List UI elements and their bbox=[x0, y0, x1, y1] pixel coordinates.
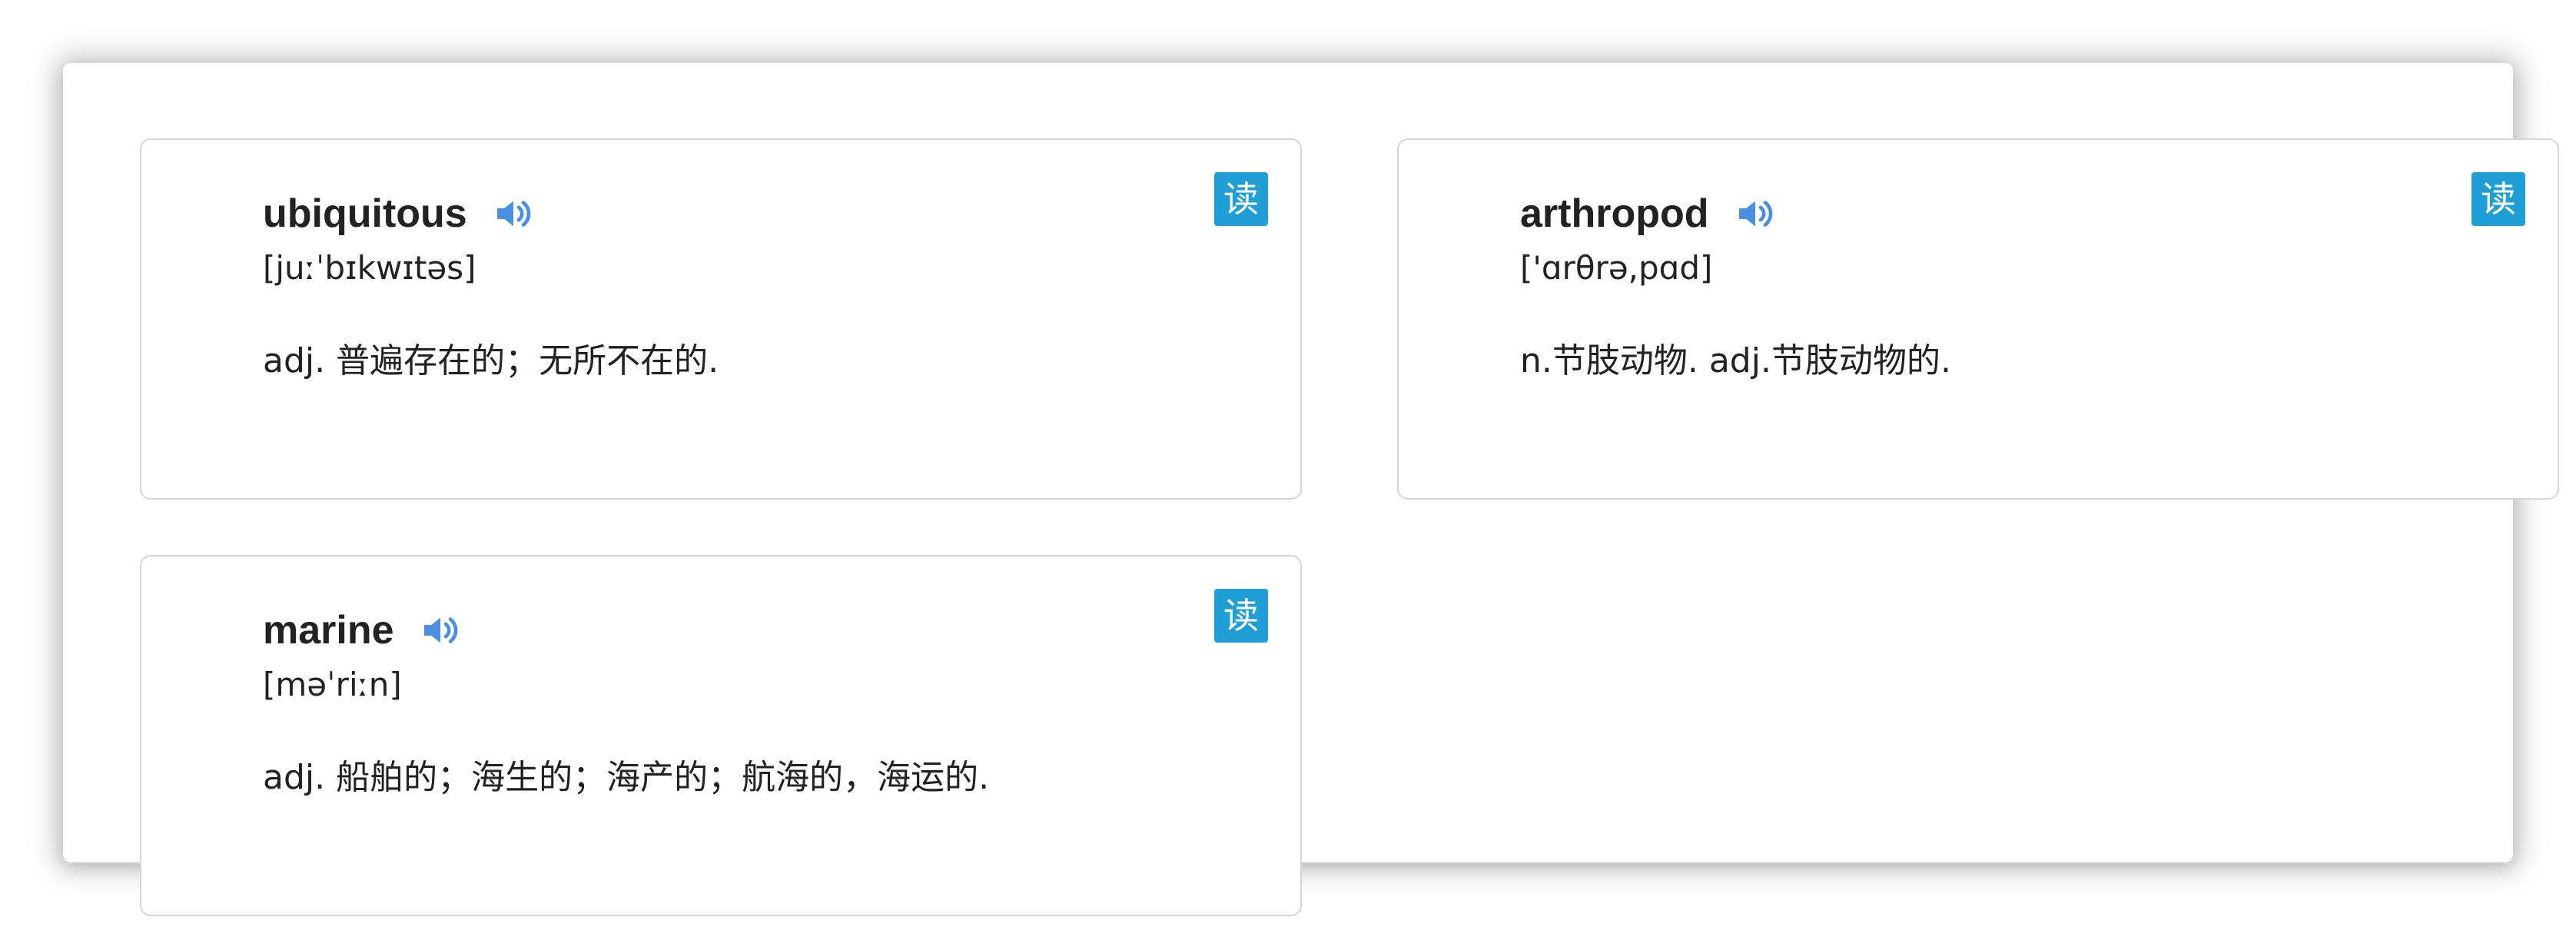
definition-text: adj. 船舶的；海生的；海产的；航海的，海运的. bbox=[263, 758, 990, 797]
word-title: marine bbox=[263, 608, 394, 653]
read-button[interactable]: 读 bbox=[1214, 172, 1268, 226]
speaker-icon[interactable] bbox=[492, 192, 535, 235]
definition-text: adj. 普遍存在的；无所不在的. bbox=[263, 341, 719, 380]
word-header: marine bbox=[263, 603, 462, 658]
speaker-icon[interactable] bbox=[419, 609, 462, 652]
word-card: arthropod ['ɑrθrə,pɑd] n.节肢动物. adj.节肢动物的… bbox=[1397, 138, 2559, 500]
phonetic-text: ['ɑrθrə,pɑd] bbox=[1520, 249, 1713, 287]
phonetic-text: [məˈriːn] bbox=[263, 666, 402, 703]
word-title: ubiquitous bbox=[263, 191, 467, 236]
word-card: ubiquitous [juːˈbɪkwɪtəs] adj. 普遍存在的；无所不… bbox=[140, 138, 1302, 500]
word-header: arthropod bbox=[1520, 186, 1777, 241]
word-header: ubiquitous bbox=[263, 186, 535, 241]
word-title: arthropod bbox=[1520, 191, 1709, 236]
definition-text: n.节肢动物. adj.节肢动物的. bbox=[1520, 341, 1951, 380]
app-window: ubiquitous [juːˈbɪkwɪtəs] adj. 普遍存在的；无所不… bbox=[63, 63, 2559, 916]
speaker-icon[interactable] bbox=[1734, 192, 1777, 235]
word-card: marine [məˈriːn] adj. 船舶的；海生的；海产的；航海的，海运… bbox=[140, 555, 1302, 916]
read-button[interactable]: 读 bbox=[2471, 172, 2525, 226]
read-button[interactable]: 读 bbox=[1214, 589, 1268, 643]
phonetic-text: [juːˈbɪkwɪtəs] bbox=[263, 249, 476, 287]
